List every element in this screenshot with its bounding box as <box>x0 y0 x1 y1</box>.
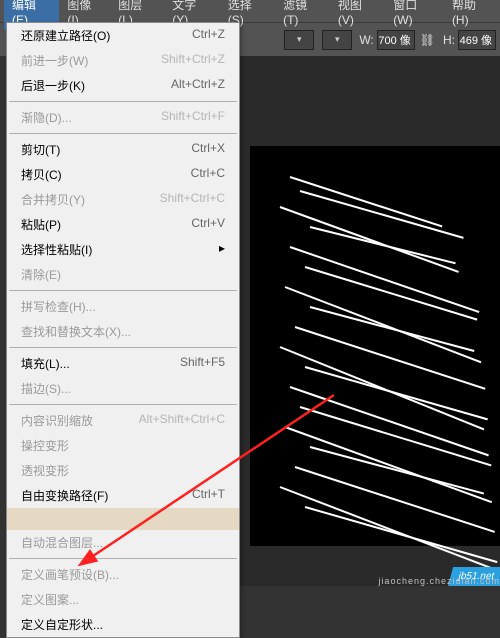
menu-perspective-warp[interactable]: 透视变形 <box>7 458 239 483</box>
menu-content-aware-scale[interactable]: 内容识别缩放Alt+Shift+Ctrl+C <box>7 408 239 433</box>
separator <box>9 404 237 405</box>
link-icon[interactable]: ⛓ <box>420 33 435 47</box>
canvas-area <box>240 56 500 586</box>
menu-stroke[interactable]: 描边(S)... <box>7 376 239 401</box>
menubar: 编辑(E) 图像(I) 图层(L) 文字(Y) 选择(S) 滤镜(T) 视图(V… <box>0 0 500 22</box>
menu-view[interactable]: 视图(V) <box>330 0 385 30</box>
separator <box>9 558 237 559</box>
watermark-url: jiaocheng.chezidian.com <box>378 576 500 586</box>
separator <box>9 290 237 291</box>
menu-filter[interactable]: 滤镜(T) <box>275 0 330 30</box>
height-label: H: <box>443 33 455 47</box>
height-input[interactable] <box>458 30 496 50</box>
menu-blurred-item[interactable] <box>7 508 239 530</box>
menu-undo[interactable]: 还原建立路径(O)Ctrl+Z <box>7 23 239 48</box>
menu-define-custom-shape[interactable]: 定义自定形状... <box>7 612 239 637</box>
menu-define-brush[interactable]: 定义画笔预设(B)... <box>7 562 239 587</box>
menu-define-pattern[interactable]: 定义图案... <box>7 587 239 612</box>
menu-paste-special[interactable]: 选择性粘贴(I)▸ <box>7 237 239 262</box>
dropdown-1[interactable]: ▾ <box>284 30 314 50</box>
menu-step-forward[interactable]: 前进一步(W)Shift+Ctrl+Z <box>7 48 239 73</box>
menu-step-backward[interactable]: 后退一步(K)Alt+Ctrl+Z <box>7 73 239 98</box>
menu-auto-blend[interactable]: 自动混合图层... <box>7 530 239 555</box>
menu-cut[interactable]: 剪切(T)Ctrl+X <box>7 137 239 162</box>
menu-fade[interactable]: 渐隐(D)...Shift+Ctrl+F <box>7 105 239 130</box>
menu-copy[interactable]: 拷贝(C)Ctrl+C <box>7 162 239 187</box>
menu-fill[interactable]: 填充(L)...Shift+F5 <box>7 351 239 376</box>
edit-menu-dropdown: 还原建立路径(O)Ctrl+Z 前进一步(W)Shift+Ctrl+Z 后退一步… <box>6 22 240 638</box>
separator <box>9 347 237 348</box>
menu-paste[interactable]: 粘贴(P)Ctrl+V <box>7 212 239 237</box>
menu-puppet-warp[interactable]: 操控变形 <box>7 433 239 458</box>
artwork <box>250 146 500 546</box>
menu-free-transform-path[interactable]: 自由变换路径(F)Ctrl+T <box>7 483 239 508</box>
dropdown-2[interactable]: ▾ <box>322 30 352 50</box>
width-label: W: <box>359 33 373 47</box>
menu-help[interactable]: 帮助(H) <box>444 0 500 30</box>
menu-copy-merged[interactable]: 合并拷贝(Y)Shift+Ctrl+C <box>7 187 239 212</box>
menu-find-replace[interactable]: 查找和替换文本(X)... <box>7 319 239 344</box>
separator <box>9 101 237 102</box>
width-input[interactable] <box>377 30 415 50</box>
chevron-down-icon: ▾ <box>335 34 340 45</box>
menu-spellcheck[interactable]: 拼写检查(H)... <box>7 294 239 319</box>
separator <box>9 133 237 134</box>
chevron-down-icon: ▾ <box>297 34 302 45</box>
menu-window[interactable]: 窗口(W) <box>385 0 444 30</box>
menu-clear[interactable]: 清除(E) <box>7 262 239 287</box>
